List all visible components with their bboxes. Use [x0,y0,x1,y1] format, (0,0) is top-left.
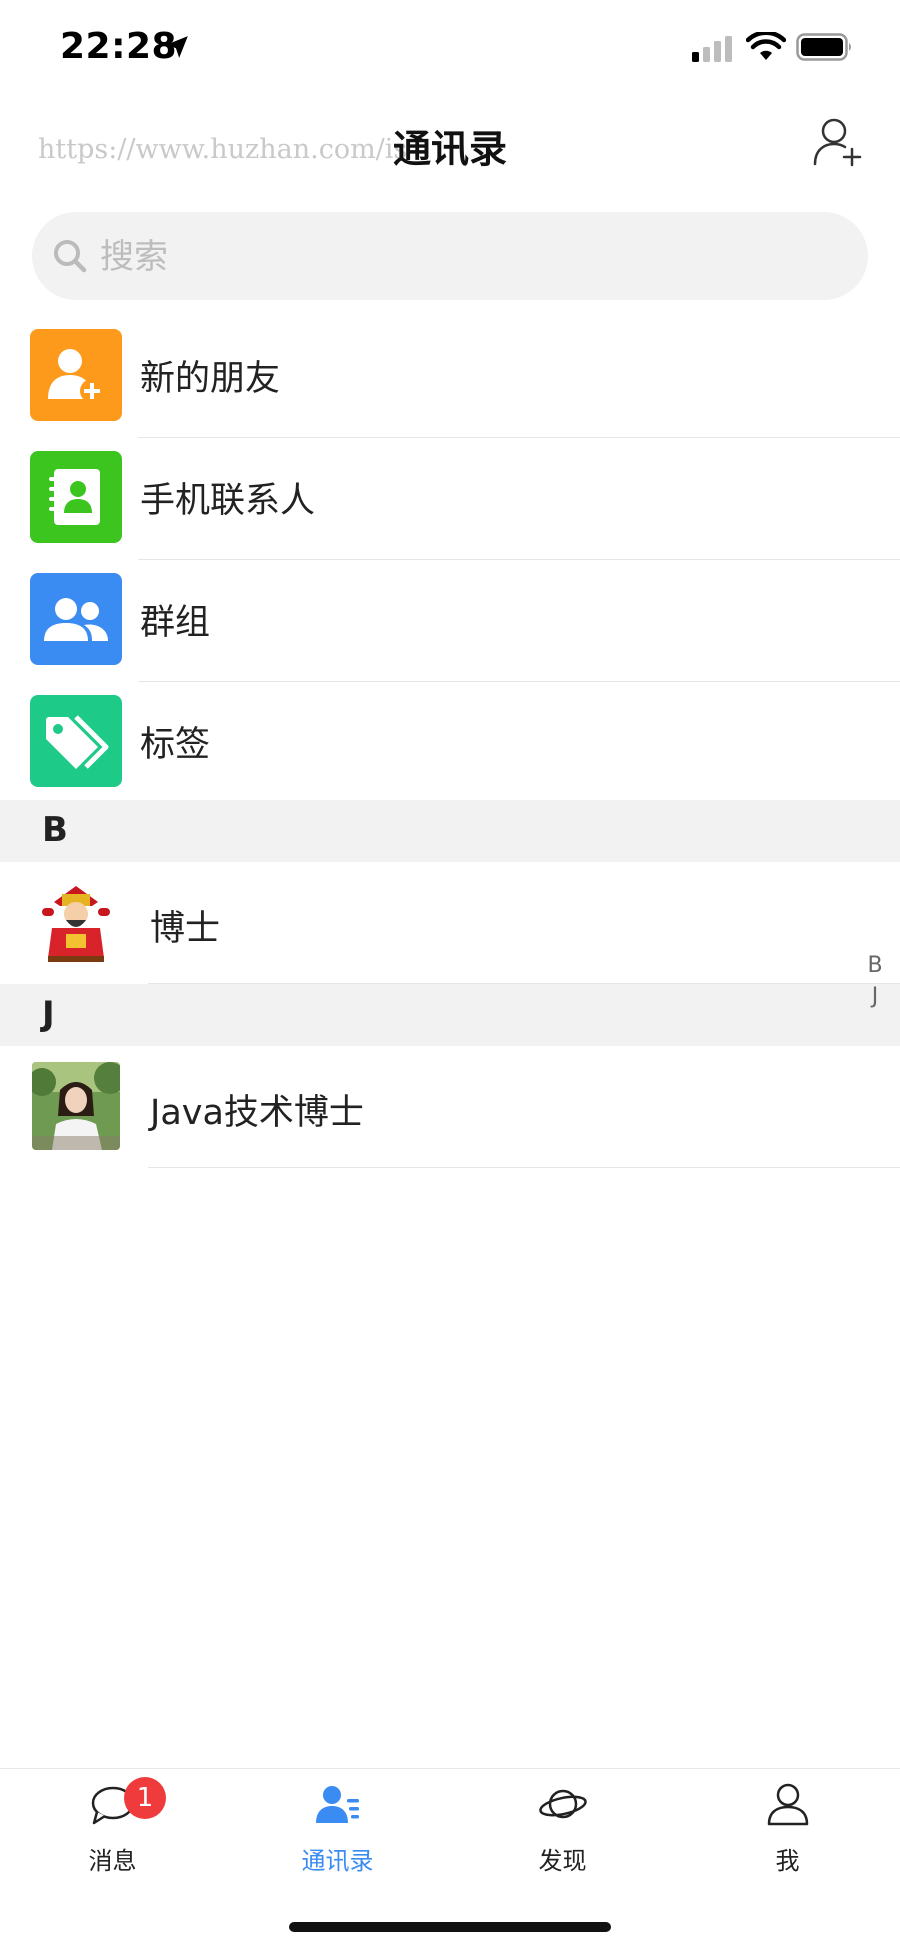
tag-icon [30,695,122,787]
tab-contacts[interactable]: 通讯录 [225,1769,450,1889]
menu-item-phone-contacts[interactable]: 手机联系人 [0,438,900,560]
woman-photo-avatar [32,1062,120,1150]
index-letter-b[interactable]: B [860,950,890,981]
menu-label: 群组 [140,603,211,643]
search-icon [54,240,87,273]
status-time: 22:28 [60,26,178,67]
tab-label: 发现 [538,1847,587,1875]
tab-label: 消息 [88,1847,137,1875]
tab-bar: 1 消息 通讯录 发现 我 [0,1768,900,1889]
menu-item-new-friends[interactable]: 新的朋友 [0,316,900,438]
menu-item-tags[interactable]: 标签 [0,682,900,804]
contact-avatar [32,878,120,966]
signal-icon [692,36,732,62]
search-input[interactable] [98,212,842,302]
function-menu: 新的朋友 手机联系人 群组 标签 [0,316,900,804]
contact-name: 博士 [150,909,221,949]
menu-label: 新的朋友 [140,359,281,399]
divider [148,1167,900,1168]
status-bar: 22:28 [0,0,900,96]
section-letter: B [42,810,68,850]
nav-bar: https://www.huzhan.com/is 通讯录 [0,96,900,192]
contact-avatar [32,1062,120,1150]
phone-contacts-icon [30,451,122,543]
god-of-wealth-avatar [32,878,120,966]
search-bar[interactable] [32,212,868,302]
battery-icon [796,33,851,61]
unread-badge: 1 [124,1777,166,1819]
section-letter: J [42,994,55,1034]
wifi-icon [746,32,786,60]
add-friend-icon[interactable] [812,116,864,168]
page-title: 通讯录 [392,127,507,171]
group-icon [30,573,122,665]
tab-label: 通讯录 [301,1847,374,1875]
menu-label: 标签 [140,725,211,765]
tab-discover[interactable]: 发现 [450,1769,675,1889]
tab-messages[interactable]: 1 消息 [0,1769,225,1889]
menu-item-groups[interactable]: 群组 [0,560,900,682]
tab-label: 我 [775,1847,800,1875]
section-header-j: J [0,984,900,1046]
alphabet-index[interactable]: B J [860,950,890,1012]
planet-icon [539,1789,587,1819]
contact-row[interactable]: Java技术博士 [0,1046,900,1168]
menu-label: 手机联系人 [140,481,316,521]
contacts-icon [316,1786,359,1823]
index-letter-j[interactable]: J [860,981,890,1012]
new-friend-icon [30,329,122,421]
section-header-b: B [0,800,900,862]
contact-row[interactable]: 博士 [0,862,900,984]
tab-me[interactable]: 我 [675,1769,900,1889]
profile-icon [767,1783,809,1826]
home-indicator[interactable] [289,1922,611,1932]
location-arrow-icon [166,36,188,58]
contact-name: Java技术博士 [150,1093,364,1133]
